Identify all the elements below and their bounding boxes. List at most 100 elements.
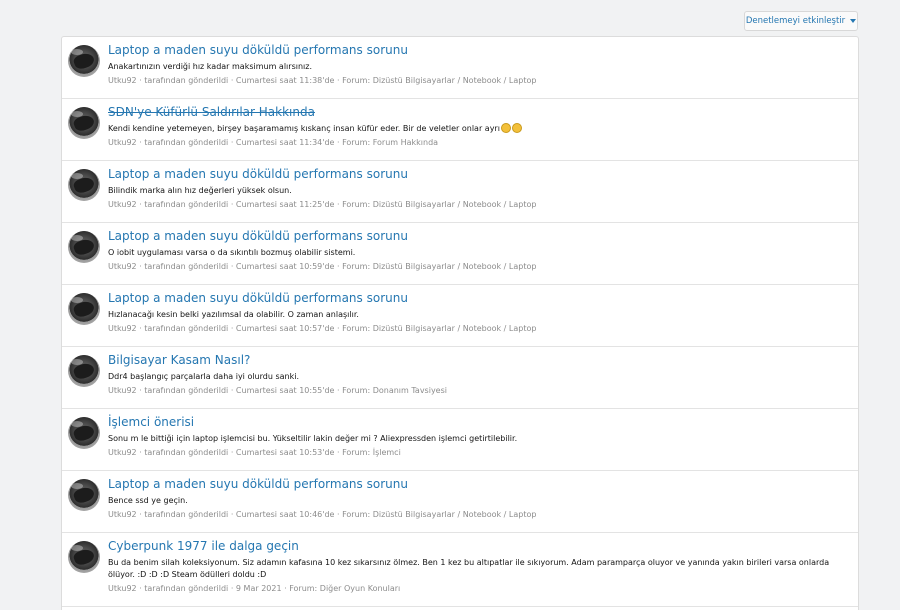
result-snippet: O iobit uygulaması varsa o da sıkıntılı … — [108, 247, 850, 259]
search-results-list: Laptop a maden suyu döküldü performans s… — [61, 36, 859, 610]
search-result-row: Laptop a maden suyu döküldü performans s… — [62, 223, 858, 285]
result-forum-link[interactable]: Dizüstü Bilgisayarlar / Notebook / Lapto… — [373, 324, 537, 333]
result-title-link[interactable]: Laptop a maden suyu döküldü performans s… — [108, 229, 850, 244]
caret-down-icon — [850, 19, 857, 23]
result-posted-text: · tarafından gönderildi · — [136, 510, 236, 519]
result-snippet: Bence ssd ye geçin. — [108, 495, 850, 507]
result-forum-prefix: · Forum: — [334, 448, 373, 457]
user-avatar[interactable] — [68, 293, 100, 325]
result-forum-prefix: · Forum: — [334, 510, 373, 519]
user-avatar[interactable] — [68, 107, 100, 139]
result-time: Cumartesi saat 11:34'de — [235, 138, 335, 147]
result-forum-link[interactable]: Donanım Tavsiyesi — [373, 386, 447, 395]
result-snippet-text: Bilindik marka alın hız değerleri yüksek… — [108, 186, 292, 195]
search-result-row: İşlemci önerisi Sonu m le bittiği için la… — [62, 409, 858, 471]
enable-moderation-button[interactable]: Denetlemeyi etkinleştir — [744, 11, 858, 31]
search-result-row: Cyberpunk 1977 ile dalga geçin Bu da beni… — [62, 533, 858, 607]
result-title-link[interactable]: SDN'ye Küfürlü Saldırılar Hakkında — [108, 105, 850, 120]
result-posted-text: · tarafından gönderildi · — [136, 448, 236, 457]
result-forum-prefix: · Forum: — [334, 324, 373, 333]
result-snippet-text: Ddr4 başlangıç parçalarla daha iyi olurd… — [108, 372, 300, 381]
result-meta: Utku92 · tarafından gönderildi · Cumarte… — [108, 75, 850, 86]
result-snippet-text: Anakartınızın verdiği hız kadar maksimum… — [108, 62, 312, 71]
result-meta: Utku92 · tarafından gönderildi · Cumarte… — [108, 261, 850, 272]
result-time: Cumartesi saat 11:25'de — [235, 200, 335, 209]
search-result-row: Laptop a maden suyu döküldü performans s… — [62, 471, 858, 533]
result-meta: Utku92 · tarafından gönderildi · Cumarte… — [108, 447, 850, 458]
result-meta: Utku92 · tarafından gönderildi · Cumarte… — [108, 385, 850, 396]
user-avatar[interactable] — [68, 479, 100, 511]
search-result-row: Laptop a maden suyu döküldü performans s… — [62, 285, 858, 347]
result-forum-link[interactable]: Diğer Oyun Konuları — [320, 584, 400, 593]
result-posted-text: · tarafından gönderildi · — [136, 76, 236, 85]
search-result-row: Laptop a maden suyu döküldü performans s… — [62, 161, 858, 223]
result-time: Cumartesi saat 10:57'de — [235, 324, 335, 333]
result-title-link[interactable]: Laptop a maden suyu döküldü performans s… — [108, 43, 850, 58]
search-result-row: SDN'ye Küfürlü Saldırılar Hakkında Kendi … — [62, 99, 858, 161]
result-title-link[interactable]: Laptop a maden suyu döküldü performans s… — [108, 291, 850, 306]
result-snippet-text: Sonu m le bittiği için laptop işlemcisi … — [108, 434, 518, 443]
result-forum-prefix: · Forum: — [334, 138, 373, 147]
result-title-link[interactable]: Laptop a maden suyu döküldü performans s… — [108, 167, 850, 182]
result-author-link[interactable]: Utku92 — [108, 76, 137, 85]
result-forum-link[interactable]: Forum Hakkında — [373, 138, 438, 147]
result-snippet-text: Kendi kendine yetemeyen, birşey başarama… — [108, 124, 500, 133]
result-posted-text: · tarafından gönderildi · — [136, 584, 236, 593]
result-author-link[interactable]: Utku92 — [108, 510, 137, 519]
result-author-link[interactable]: Utku92 — [108, 324, 137, 333]
result-forum-link[interactable]: Dizüstü Bilgisayarlar / Notebook / Lapto… — [373, 200, 537, 209]
user-avatar[interactable] — [68, 355, 100, 387]
result-snippet-text: O iobit uygulaması varsa o da sıkıntılı … — [108, 248, 356, 257]
result-forum-link[interactable]: İşlemci — [373, 448, 401, 457]
page-header-strip — [0, 0, 900, 8]
grin-emoji-icon — [511, 123, 522, 133]
result-author-link[interactable]: Utku92 — [108, 584, 137, 593]
result-meta: Utku92 · tarafından gönderildi · Cumarte… — [108, 137, 850, 148]
result-meta: Utku92 · tarafından gönderildi · Cumarte… — [108, 199, 850, 210]
user-avatar[interactable] — [68, 45, 100, 77]
result-forum-prefix: · Forum: — [334, 76, 373, 85]
grin-emoji-icon — [500, 123, 511, 133]
result-time: Cumartesi saat 10:46'de — [235, 510, 335, 519]
user-avatar[interactable] — [68, 417, 100, 449]
user-avatar[interactable] — [68, 231, 100, 263]
result-author-link[interactable]: Utku92 — [108, 262, 137, 271]
result-forum-link[interactable]: Dizüstü Bilgisayarlar / Notebook / Lapto… — [373, 262, 537, 271]
result-meta: Utku92 · tarafından gönderildi · Cumarte… — [108, 323, 850, 334]
result-posted-text: · tarafından gönderildi · — [136, 138, 236, 147]
result-snippet: Bu da benim silah koleksiyonum. Siz adam… — [108, 557, 850, 581]
user-avatar[interactable] — [68, 541, 100, 573]
result-time: Cumartesi saat 10:59'de — [235, 262, 335, 271]
result-title-link[interactable]: Laptop a maden suyu döküldü performans s… — [108, 477, 850, 492]
result-time: Cumartesi saat 11:38'de — [235, 76, 335, 85]
result-title-link[interactable]: İşlemci önerisi — [108, 415, 850, 430]
result-posted-text: · tarafından gönderildi · — [136, 200, 236, 209]
result-posted-text: · tarafından gönderildi · — [136, 324, 236, 333]
result-snippet: Anakartınızın verdiği hız kadar maksimum… — [108, 61, 850, 73]
result-forum-link[interactable]: Dizüstü Bilgisayarlar / Notebook / Lapto… — [373, 76, 537, 85]
result-snippet: Bilindik marka alın hız değerleri yüksek… — [108, 185, 850, 197]
result-snippet-text: Hızlanacağı kesin belki yazılımsal da ol… — [108, 310, 359, 319]
result-author-link[interactable]: Utku92 — [108, 448, 137, 457]
result-snippet: Hızlanacağı kesin belki yazılımsal da ol… — [108, 309, 850, 321]
result-snippet-text: Bence ssd ye geçin. — [108, 496, 188, 505]
result-author-link[interactable]: Utku92 — [108, 138, 137, 147]
result-posted-text: · tarafından gönderildi · — [136, 262, 236, 271]
result-time: 9 Mar 2021 — [235, 584, 282, 593]
result-author-link[interactable]: Utku92 — [108, 200, 137, 209]
result-title-link[interactable]: Bilgisayar Kasam Nasıl? — [108, 353, 850, 368]
result-snippet: Kendi kendine yetemeyen, birşey başarama… — [108, 123, 850, 135]
result-forum-prefix: · Forum: — [334, 262, 373, 271]
moderation-button-label: Denetlemeyi etkinleştir — [745, 16, 846, 26]
result-meta: Utku92 · tarafından gönderildi · 9 Mar 2… — [108, 583, 850, 594]
result-forum-link[interactable]: Dizüstü Bilgisayarlar / Notebook / Lapto… — [373, 510, 537, 519]
user-avatar[interactable] — [68, 169, 100, 201]
result-title-link[interactable]: Cyberpunk 1977 ile dalga geçin — [108, 539, 850, 554]
search-result-row: Laptop a maden suyu döküldü performans s… — [62, 37, 858, 99]
result-snippet: Sonu m le bittiği için laptop işlemcisi … — [108, 433, 850, 445]
result-time: Cumartesi saat 10:55'de — [235, 386, 335, 395]
result-forum-prefix: · Forum: — [334, 386, 373, 395]
search-result-row: Bilgisayar Kasam Nasıl? Ddr4 başlangıç pa… — [62, 347, 858, 409]
result-author-link[interactable]: Utku92 — [108, 386, 137, 395]
result-forum-prefix: · Forum: — [334, 200, 373, 209]
